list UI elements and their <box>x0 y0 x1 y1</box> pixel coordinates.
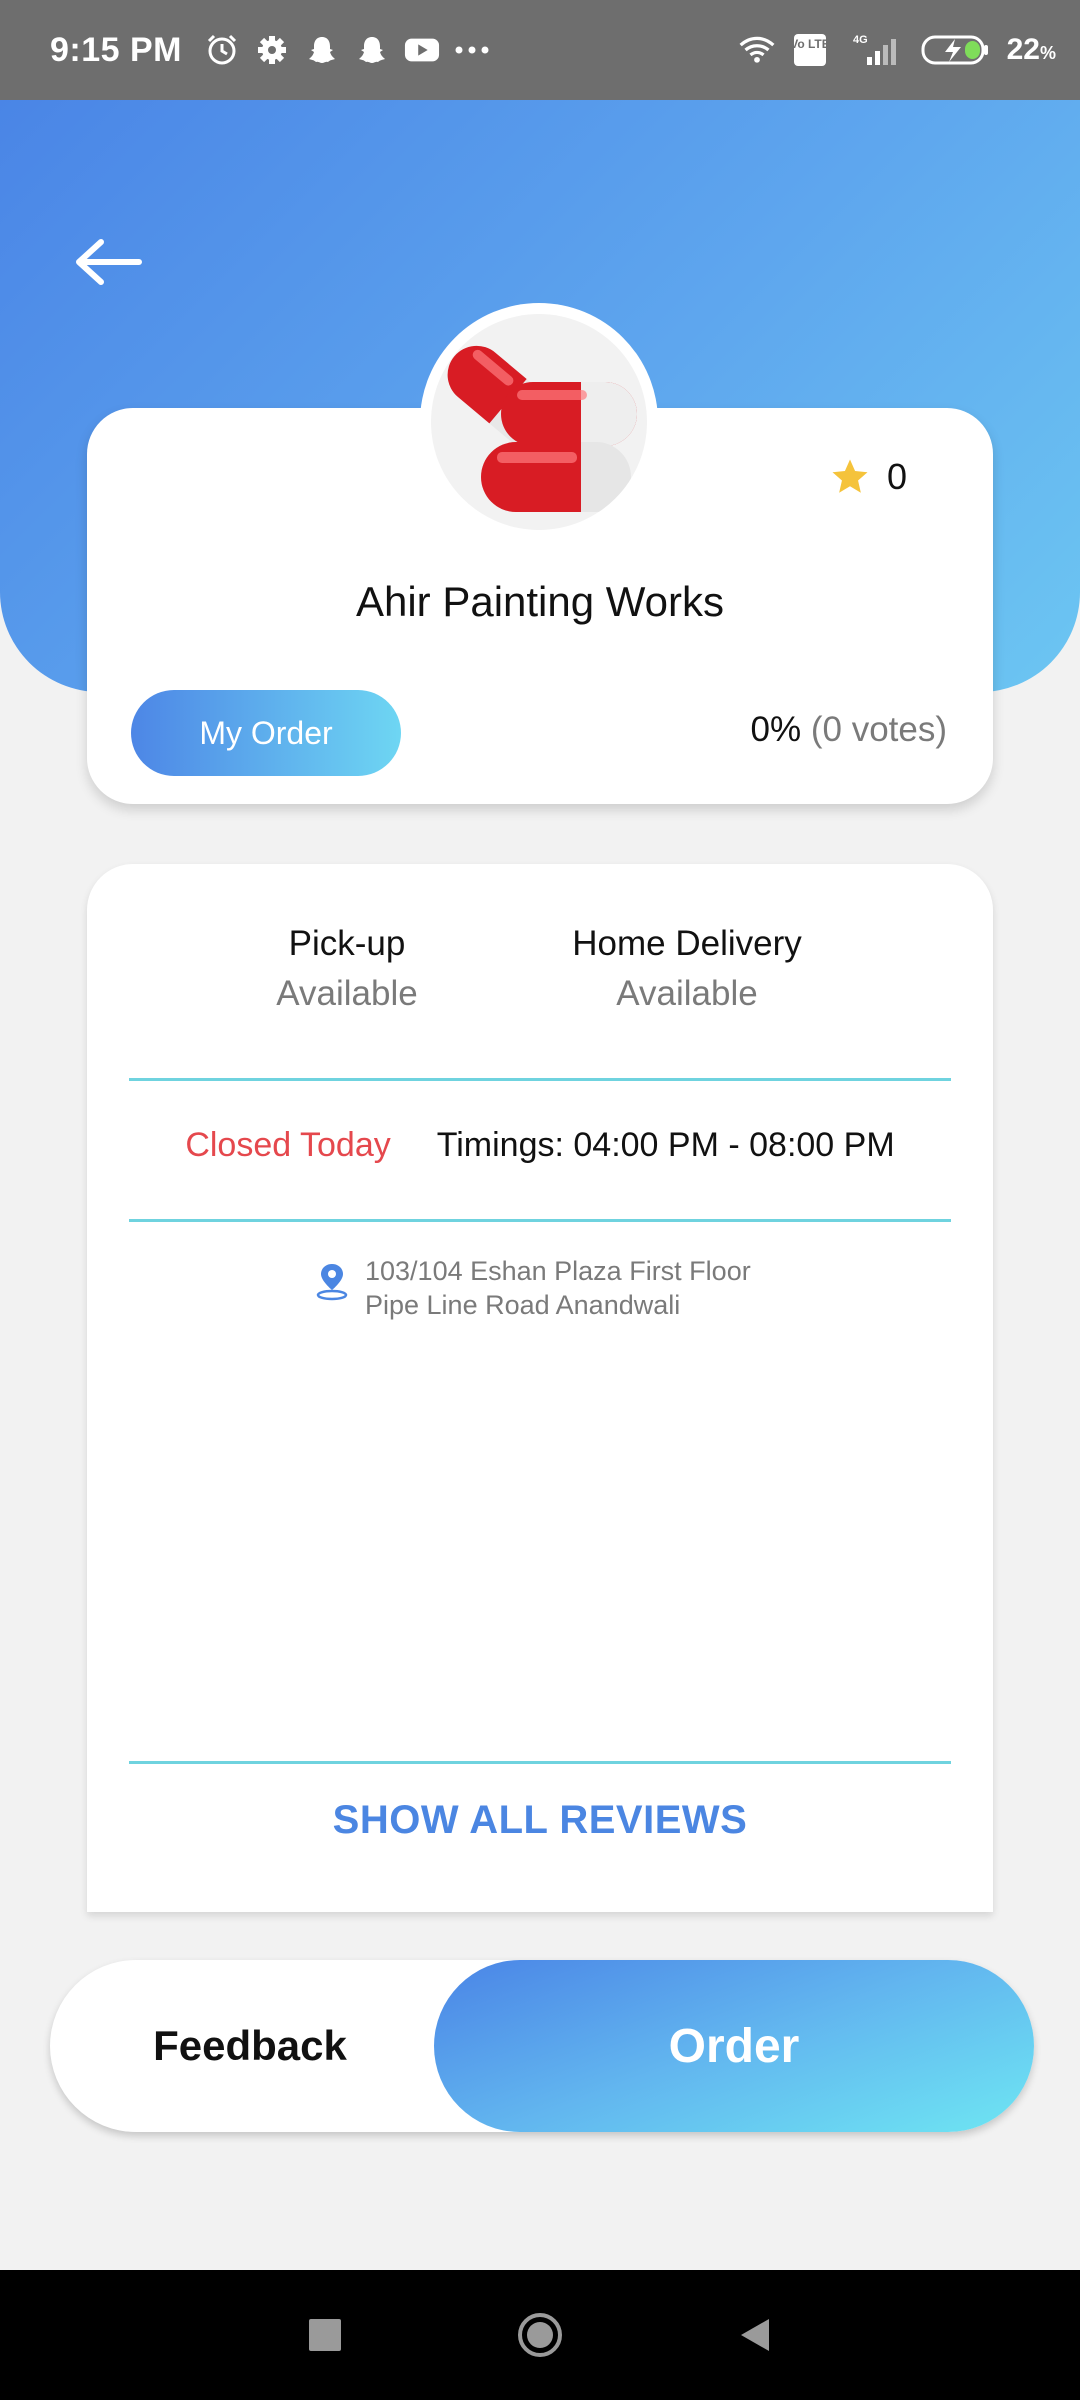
status-bar: 9:15 PM Vo LTE 4G 22% <box>0 0 1080 100</box>
navigation-bar <box>0 2270 1080 2400</box>
address-line-2: Pipe Line Road Anandwali <box>365 1290 681 1320</box>
rating: 0 <box>829 456 907 498</box>
votes-percent: 0% <box>750 710 802 749</box>
alarm-icon <box>204 32 240 68</box>
info-card: Pick-up Available Home Delivery Availabl… <box>87 864 993 1912</box>
wifi-icon <box>739 32 775 68</box>
status-icons-right: Vo LTE 4G 22% <box>739 32 1056 68</box>
snapchat-icon <box>354 32 390 68</box>
timings-text: Timings: 04:00 PM - 08:00 PM <box>436 1126 895 1164</box>
battery-unit: % <box>1039 43 1056 63</box>
address-line-1: 103/104 Eshan Plaza First Floor <box>365 1256 751 1286</box>
star-icon <box>832 459 868 493</box>
votes-count: (0 votes) <box>810 710 947 749</box>
status-time: 9:15 PM <box>50 30 182 69</box>
snapchat-icon <box>304 32 340 68</box>
closed-label: Closed Today <box>185 1126 391 1164</box>
avatar <box>431 314 647 530</box>
service-home-delivery: Home Delivery Available <box>537 924 837 1014</box>
service-status: Available <box>276 974 418 1013</box>
more-icon <box>454 32 490 68</box>
battery-value: 22 <box>1006 33 1040 66</box>
youtube-icon <box>404 32 440 68</box>
order-button[interactable]: Order <box>434 1960 1034 2132</box>
rating-value: 0 <box>886 456 907 497</box>
address-text: 103/104 Eshan Plaza First Floor Pipe Lin… <box>365 1254 751 1322</box>
volte-label: Vo LTE <box>793 37 827 51</box>
action-pill: Feedback Order <box>50 1960 1034 2132</box>
status-icons-left <box>204 32 490 68</box>
volte-icon: Vo LTE <box>791 32 829 68</box>
show-all-reviews-button[interactable]: SHOW ALL REVIEWS <box>87 1798 993 1843</box>
settings-icon <box>254 32 290 68</box>
back-icon[interactable] <box>735 2315 775 2355</box>
home-icon[interactable] <box>515 2310 565 2360</box>
timing-row: Closed Today Timings: 04:00 PM - 08:00 P… <box>87 1126 993 1165</box>
feedback-button[interactable]: Feedback <box>50 1960 450 2132</box>
location-pin-icon <box>316 1264 348 1301</box>
shop-name: Ahir Painting Works <box>355 578 725 625</box>
signal-icon: 4G <box>845 32 905 68</box>
divider <box>129 1078 951 1081</box>
service-title: Home Delivery <box>572 924 802 963</box>
avatar-ring <box>420 303 658 541</box>
address[interactable]: 103/104 Eshan Plaza First Floor Pipe Lin… <box>315 1254 751 1322</box>
votes: 0% (0 votes) <box>751 710 947 750</box>
service-status: Available <box>616 974 758 1013</box>
battery-percent: 22% <box>1007 33 1056 67</box>
recent-apps-icon[interactable] <box>305 2315 345 2355</box>
capsule-pills-icon <box>447 345 637 512</box>
service-title: Pick-up <box>288 924 406 963</box>
divider <box>129 1219 951 1222</box>
my-order-button[interactable]: My Order <box>131 690 401 776</box>
back-button[interactable] <box>68 232 148 292</box>
divider <box>129 1761 951 1764</box>
arrow-left-icon <box>76 239 142 285</box>
network-label: 4G <box>853 34 868 46</box>
service-pickup: Pick-up Available <box>197 924 497 1014</box>
battery-charging-icon <box>921 32 991 68</box>
